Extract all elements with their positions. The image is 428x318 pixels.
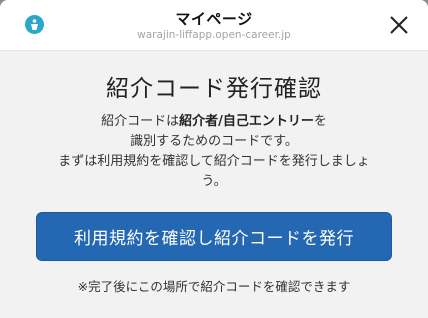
description-line-4: う。	[201, 174, 227, 189]
description: 紹介コードは紹介者/自己エントリーを 識別するためのコードです。 まずは利用規約…	[20, 112, 408, 192]
header-bar: マイページ warajin-liffapp.open-career.jp	[0, 0, 428, 51]
description-line-1: 紹介コードは紹介者/自己エントリーを	[20, 112, 408, 132]
description-line-3: まずは利用規約を確認して紹介コードを発行しましょ	[58, 154, 370, 169]
description-text: 紹介コードは	[101, 114, 180, 129]
description-line-2: 識別するためのコードです。	[130, 134, 298, 149]
completion-note: ※完了後にこの場所で紹介コードを確認できます	[77, 279, 351, 294]
close-icon[interactable]	[388, 14, 410, 36]
page-title: 紹介コード発行確認	[106, 76, 322, 102]
header-url: warajin-liffapp.open-career.jp	[137, 29, 291, 41]
liff-window: マイページ warajin-liffapp.open-career.jp 紹介コ…	[0, 0, 428, 318]
issue-referral-code-button[interactable]: 利用規約を確認し紹介コードを発行	[36, 212, 392, 261]
main-content: 紹介コード発行確認 紹介コードは紹介者/自己エントリーを 識別するためのコードで…	[0, 51, 428, 318]
description-text: を	[313, 114, 327, 129]
description-bold-text: 紹介者/自己エントリー	[179, 114, 314, 129]
header-title: マイページ	[175, 10, 253, 28]
